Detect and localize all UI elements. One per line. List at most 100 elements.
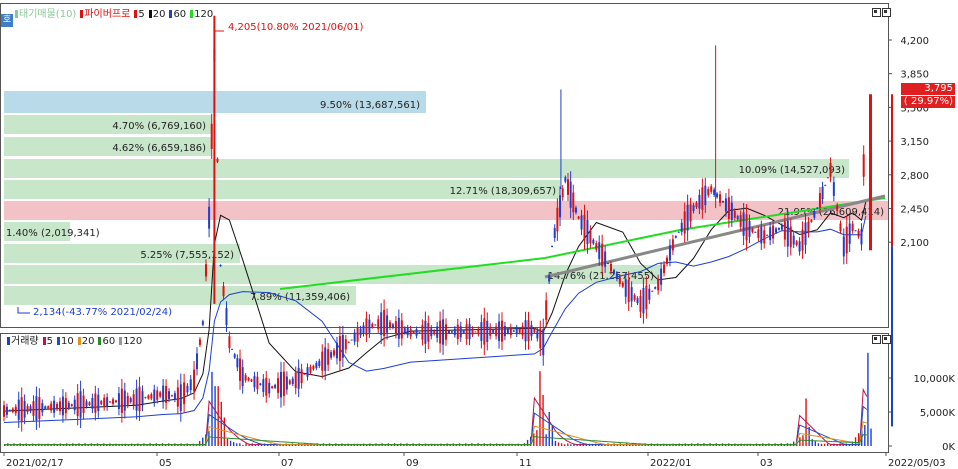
candle-body <box>612 270 615 274</box>
candle-body <box>347 341 350 343</box>
candle-body <box>14 406 17 414</box>
candle-body <box>786 220 789 247</box>
candle-body <box>572 192 575 213</box>
volume-bar <box>567 443 569 446</box>
candle-body <box>471 328 474 335</box>
candle-body <box>739 215 742 227</box>
candle-body <box>439 320 442 344</box>
volume-bar <box>560 443 563 446</box>
volume-bar <box>226 438 229 446</box>
candle-body <box>760 227 763 244</box>
candle-body <box>277 378 280 393</box>
candle-body <box>415 329 418 336</box>
volume-bar <box>706 444 708 446</box>
candle-body <box>198 339 201 345</box>
candle-body <box>377 319 380 330</box>
candle-body <box>374 324 377 326</box>
candle-body <box>333 350 336 356</box>
candle-body <box>542 329 545 356</box>
candle-body <box>742 212 745 236</box>
candle-body <box>67 402 70 408</box>
volume-bar <box>236 443 238 446</box>
volume-bar <box>198 440 201 446</box>
legend-vol-ma5[interactable]: 5 <box>42 336 53 348</box>
candle-body <box>807 221 810 234</box>
price-pane-restore-button[interactable] <box>872 8 881 17</box>
candle-body <box>389 322 392 328</box>
candle-body <box>601 243 604 267</box>
candle-body <box>279 371 282 398</box>
candle-body <box>436 326 439 338</box>
candle-body <box>783 221 786 240</box>
candle-body <box>500 320 503 342</box>
price-axis-label: 3,150 <box>900 137 929 148</box>
volume-profile-label: 9.50% (13,687,561) <box>320 100 420 111</box>
candle-body <box>648 288 651 300</box>
legend-series[interactable]: 파이버프로 <box>80 9 130 21</box>
legend-ma5-label: 5 <box>138 9 145 20</box>
candle-body <box>412 331 415 334</box>
volume-profile-bar <box>4 159 849 178</box>
candle-body <box>300 369 303 384</box>
candle-body <box>338 336 341 361</box>
legend-volume-profile[interactable]: 태기매물(10) <box>15 9 76 21</box>
candle-body <box>477 328 480 335</box>
candle-body <box>710 186 713 192</box>
candle-body <box>344 339 347 350</box>
legend-ma60[interactable]: 60 <box>169 9 186 21</box>
candle-body <box>297 367 300 389</box>
candle-body <box>780 225 783 230</box>
candle-body <box>271 386 274 389</box>
candle-body <box>61 396 64 416</box>
volume-bar <box>223 417 226 446</box>
candle-body <box>836 205 839 212</box>
legend-volume[interactable]: 거래량 <box>7 336 39 348</box>
volume-bar <box>551 425 554 446</box>
candle-body <box>818 193 821 208</box>
volume-profile-label: 4.62% (6,659,186) <box>112 143 206 154</box>
candle-body <box>265 377 268 396</box>
candle-body <box>291 378 294 384</box>
candle-body <box>663 264 666 274</box>
legend-vol-ma10[interactable]: 10 <box>56 336 74 348</box>
candle-body <box>106 397 109 407</box>
volume-bar <box>820 443 823 446</box>
volume-pane-restore-button[interactable] <box>872 335 881 344</box>
candle-body <box>138 386 141 412</box>
volume-axis-label: 5,000K <box>920 408 956 419</box>
candle-body <box>3 405 5 417</box>
price-pane-close-button[interactable] <box>882 8 891 17</box>
candle-body <box>368 319 371 333</box>
candle-body <box>615 273 618 279</box>
candle-body <box>801 229 804 251</box>
x-axis-label: 11 <box>519 458 532 469</box>
candle-body <box>842 236 845 257</box>
candle-body <box>231 348 234 350</box>
candle-body <box>577 216 580 219</box>
candle-body <box>386 315 389 333</box>
legend-ma5[interactable]: 5 <box>134 9 145 21</box>
candle-body <box>821 186 824 200</box>
legend-ma20[interactable]: 20 <box>148 9 165 21</box>
chart-tag-badge[interactable]: 호 <box>1 14 13 27</box>
candle-body <box>321 351 324 371</box>
legend-ma120[interactable]: 120 <box>190 9 213 21</box>
legend-vol-ma20[interactable]: 20 <box>77 336 94 348</box>
volume-bar <box>248 444 250 446</box>
volume-pane-close-button[interactable] <box>882 335 891 344</box>
candle-body <box>135 388 138 411</box>
volume-bar <box>239 443 241 446</box>
x-axis-label: 05 <box>159 458 172 469</box>
legend-vol-ma60[interactable]: 60 <box>98 336 115 348</box>
candle-body <box>498 321 501 341</box>
candle-body <box>262 379 265 392</box>
candle-body <box>406 327 409 336</box>
candle-body <box>222 285 225 297</box>
candle-body <box>826 177 829 179</box>
candle-body <box>156 390 159 400</box>
legend-vol-ma120[interactable]: 120 <box>119 336 142 348</box>
legend-vol-ma60-label: 60 <box>102 336 116 347</box>
candle-body <box>5 406 8 415</box>
candle-body <box>701 187 704 210</box>
x-axis-label: 2022/01 <box>650 458 692 469</box>
